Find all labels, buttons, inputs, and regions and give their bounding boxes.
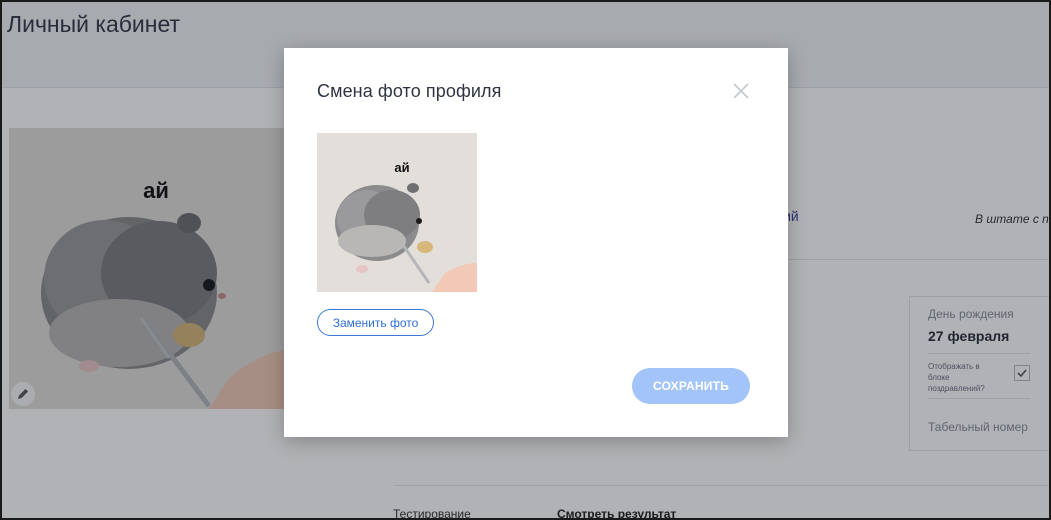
dialog-title: Смена фото профиля	[317, 81, 502, 101]
app-window: Личный кабинет ай гий В штате с n День р…	[0, 0, 1051, 520]
preview-caption: ай	[394, 160, 409, 175]
change-photo-dialog: Смена фото профиля ай Заменить фото СОХР…	[284, 48, 788, 437]
photo-preview: ай	[317, 133, 477, 292]
replace-photo-button[interactable]: Заменить фото	[317, 309, 434, 336]
close-icon	[733, 83, 749, 99]
close-button[interactable]	[730, 80, 752, 102]
save-button[interactable]: СОХРАНИТЬ	[632, 368, 750, 404]
hamster-preview-image: ай	[317, 133, 477, 292]
